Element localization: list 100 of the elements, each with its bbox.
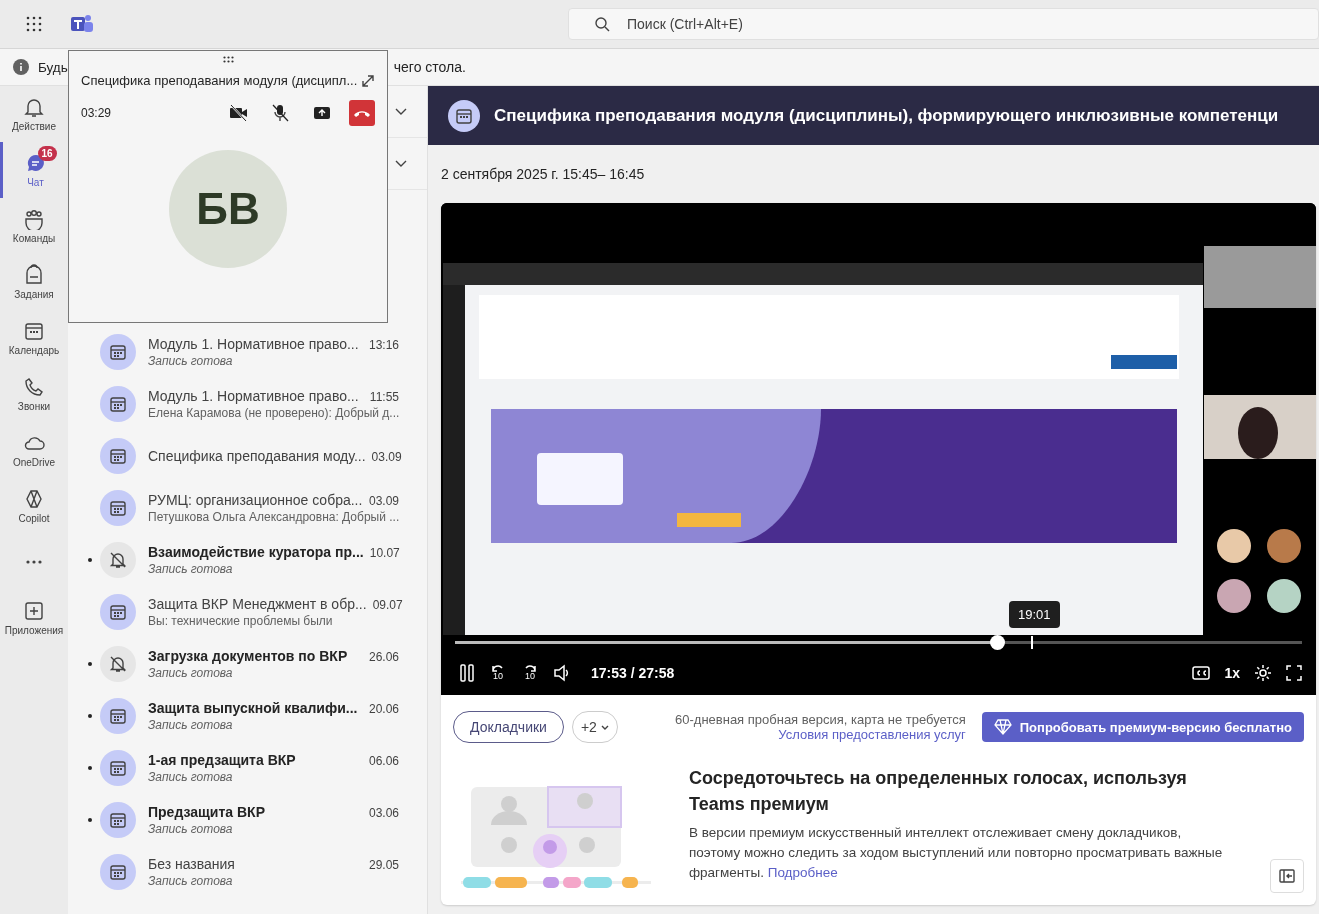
volume-icon[interactable] [553,663,571,682]
participant-avatar: БВ [169,150,287,268]
diamond-icon [993,719,1012,735]
chat-item[interactable]: Загрузка документов по ВКР 26.06 Запись готова [68,638,427,690]
chat-time: 13:16 [368,338,399,352]
rail-item[interactable]: Команды [0,198,68,254]
rail-item[interactable]: Действие [0,86,68,142]
drag-handle-icon[interactable] [222,56,234,63]
chat-time: 11:55 [369,390,399,404]
panel-icon [1279,869,1295,883]
calendar-icon [109,447,127,465]
terms-link[interactable]: Условия предоставления услуг [778,727,966,742]
chat-preview: Вы: технические проблемы были [148,614,334,628]
rail-item[interactable]: Звонки [0,366,68,422]
hang-up-button[interactable] [349,100,375,126]
rail-item[interactable]: Задания [0,254,68,310]
chat-item[interactable]: Защита ВКР Менеджмент в обр... 09.07 Вы: технические проблемы были [68,586,427,638]
rail-item[interactable]: Copilot [0,478,68,534]
chat-title: Защита выпускной квалифи... [148,700,358,716]
bell-icon [23,96,45,118]
pause-icon[interactable] [459,663,475,682]
learn-more-link[interactable]: Подробнее [767,865,838,880]
chat-preview: Запись готова [148,822,234,836]
trial-note: 60-дневная пробная версия, карта не требуется [675,712,966,727]
chat-item[interactable]: РУМЦ: организационное собра... 03.09 Петушкова Ольга Александровна: Добрый ... [68,482,427,534]
banner-text: Будь [38,59,68,75]
promo-heading: Сосредоточьтесь на определенных голосах, используя Teams премиум [689,767,1188,816]
chat-title: Загрузка документов по ВКР [148,648,348,664]
chat-item[interactable]: Специфика преподавания моду... 03.09 [68,430,427,482]
rail-item[interactable]: Календарь [0,310,68,366]
calendar-icon [109,707,127,725]
playback-time: 17:53 / 27:58 [591,664,675,681]
chat-title: Взаимодействие куратора пр... [148,544,364,560]
phone-icon [23,376,45,398]
count-badge: 16 [37,146,57,161]
captions-icon[interactable] [1192,665,1211,680]
speakers-button[interactable]: Докладчики [453,711,564,743]
fullscreen-icon[interactable] [1286,664,1302,681]
rail-item[interactable]: OneDrive [0,422,68,478]
speed-button[interactable]: 1x [1224,664,1240,681]
chat-title: Предзащита ВКР [148,804,265,820]
skip-back-button[interactable]: 10 [489,664,507,681]
chat-title: Без названия [148,856,235,872]
chat-item[interactable]: Модуль 1. Нормативное право... 11:55 Елена Карамова (не проверено): Добрый д... [68,378,427,430]
call-title: Специфика преподавания модуля (дисципл... [81,73,358,88]
chevron-down-icon [395,107,407,116]
calendar-icon [109,759,127,777]
share-screen-icon [313,104,331,122]
chat-time: 09.07 [372,598,403,612]
call-timer: 03:29 [81,106,112,120]
chat-preview: Запись готова [148,354,234,368]
chat-time: 03.09 [371,450,402,464]
chat-title: Модуль 1. Нормативное право... [148,336,359,352]
chat-time: 03.06 [368,806,399,820]
info-icon [13,59,29,75]
chat-time: 29.05 [368,858,399,872]
hover-marker [1030,636,1033,649]
calendar-icon [109,499,127,517]
progress-thumb[interactable] [990,635,1006,650]
premium-button[interactable]: Попробовать премиум-версию бесплатно [981,712,1304,742]
app-launcher-icon[interactable] [25,15,43,33]
search-field[interactable]: Поиск (Ctrl+Alt+E) [568,8,1319,40]
copilot-icon [23,488,45,510]
chat-title: Защита ВКР Менеджмент в обр... [148,596,367,612]
chat-item[interactable]: Взаимодействие куратора пр... 10.07 Запись готова [68,534,427,586]
calendar-icon [23,320,45,342]
chat-item[interactable]: Без названия 29.05 Запись готова [68,846,427,898]
backpack-icon [23,264,45,286]
calendar-icon [109,811,127,829]
rewind-arrow-icon [490,664,506,672]
phone-hangup-icon [353,108,371,118]
search-icon [594,16,610,32]
chat-title: Модуль 1. Нормативное право... [148,388,359,404]
chat-time: 06.06 [368,754,399,768]
more-icon [26,560,42,564]
chat-item[interactable]: 1-ая предзащита ВКР 06.06 Запись готова [68,742,427,794]
chat-time: 03.09 [368,494,399,508]
meeting-date: 2 сентября 2025 г. 15:45– 16:45 [441,165,646,184]
calendar-icon [109,395,127,413]
chat-preview: Петушкова Ольга Александровна: Добрый ... [148,510,399,524]
chat-item[interactable]: Защита выпускной квалифи... 20.06 Запись готова [68,690,427,742]
promo-text: В версии премиум искусственный интеллект отслеживает смену докладчиков, поэтому можно следить за ходом выступлений или повторно просматривать важные фрагменты. Подробнее [689,824,1224,882]
expand-icon[interactable] [361,73,375,88]
more-speakers-button[interactable]: +2 [571,711,618,743]
chat-time: 10.07 [369,546,400,560]
skip-forward-button[interactable]: 10 [521,664,539,681]
bell-off-icon [109,551,127,569]
chat-preview: Запись готова [148,770,234,784]
chat-item[interactable]: Модуль 1. Нормативное право... 13:16 Запись готова [68,326,427,378]
chat-item[interactable]: Предзащита ВКР 03.06 Запись готова [68,794,427,846]
banner-text: чего стола. [393,59,466,75]
forward-arrow-icon [522,664,538,672]
panel-toggle-button[interactable] [1270,859,1304,893]
chat-title: РУМЦ: организационное собра... [148,492,363,508]
chat-preview: Запись готова [148,718,234,732]
calendar-icon [109,603,127,621]
chat-time: 20.06 [368,702,399,716]
rail-item[interactable]: Приложения [0,590,68,646]
chat-preview: Запись готова [148,874,234,888]
chat-time: 26.06 [368,650,399,664]
